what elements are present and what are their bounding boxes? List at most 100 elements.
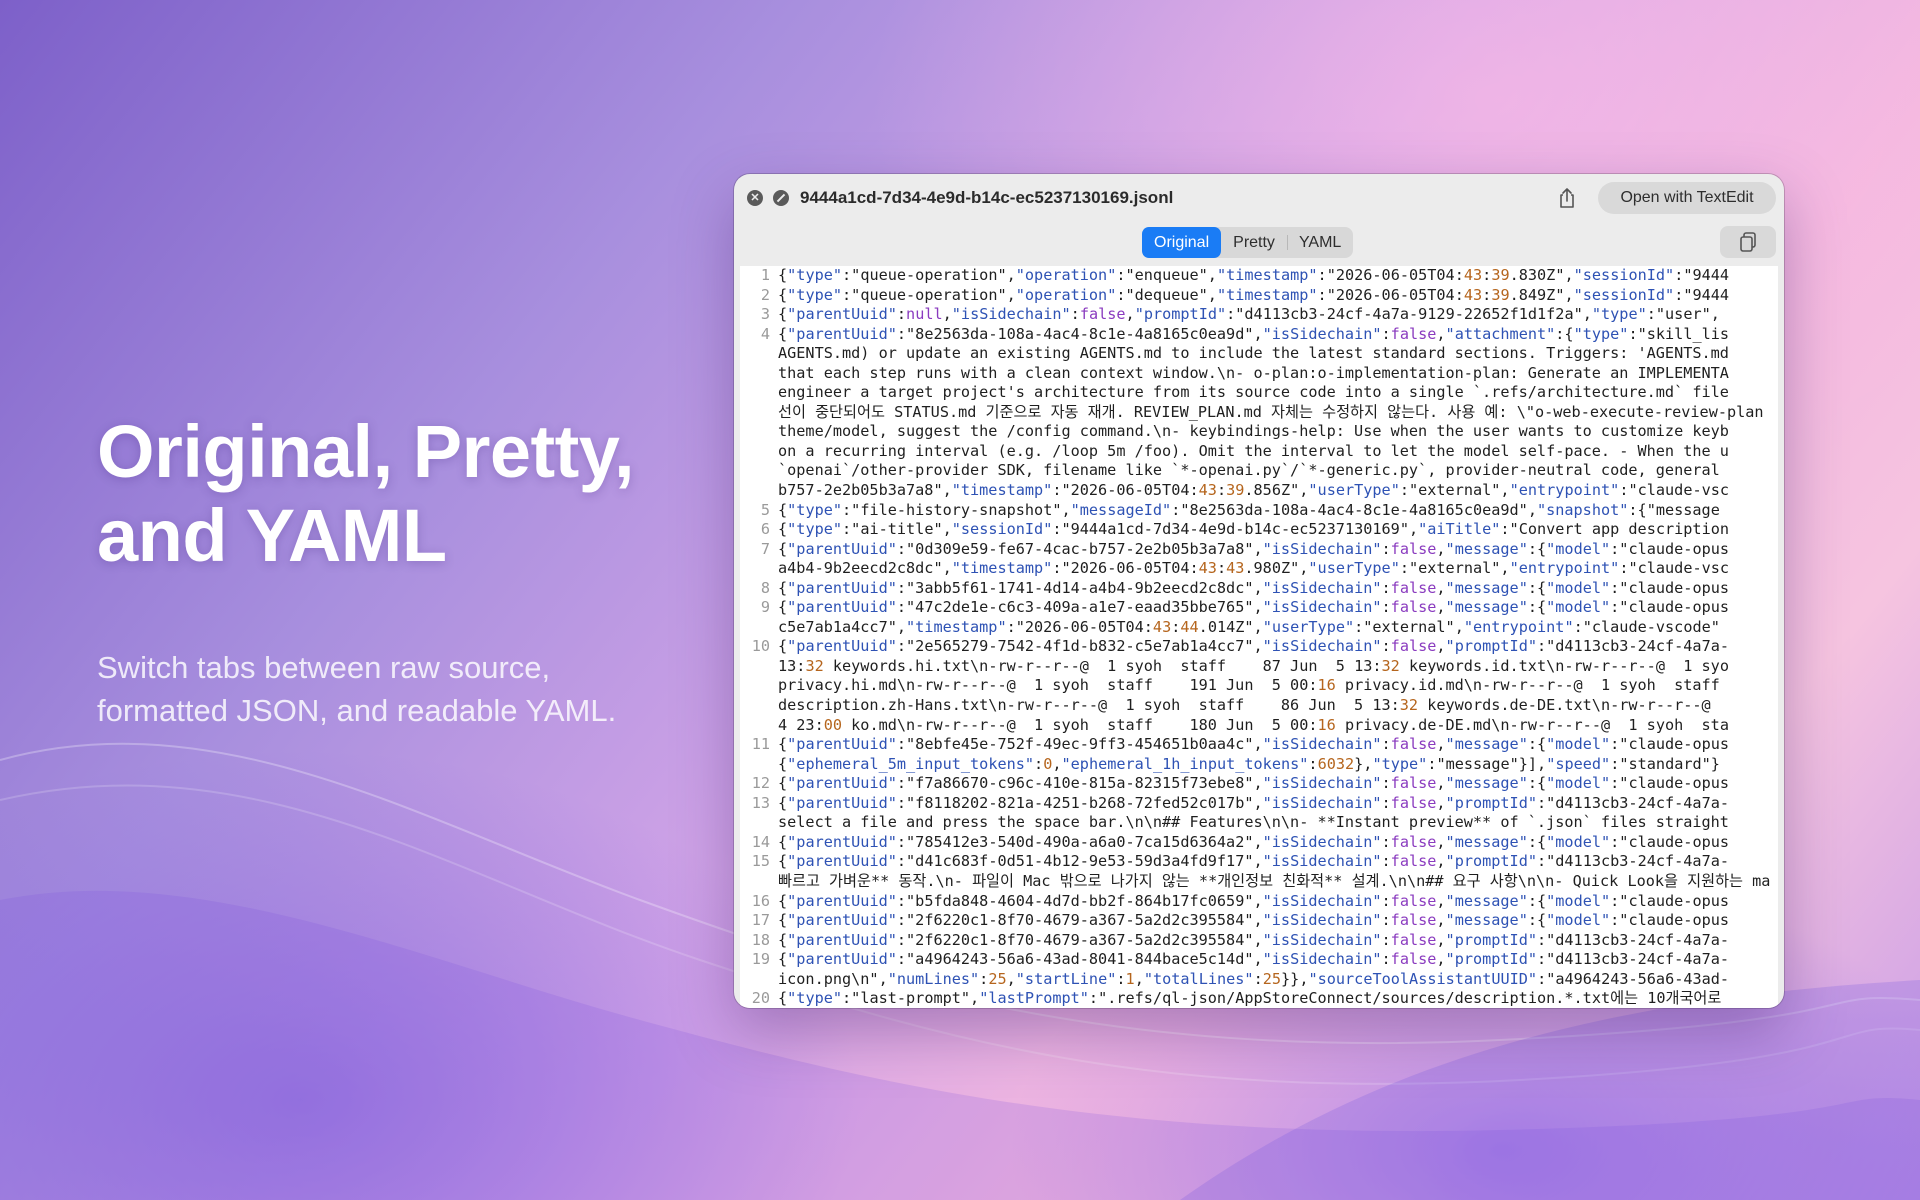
code-line: 4 {"parentUuid":"8e2563da-108a-4ac4-8c1e-… bbox=[740, 325, 1778, 345]
line-number: 14 bbox=[751, 832, 770, 851]
code-text: that each step runs with a clean context… bbox=[778, 363, 1729, 382]
code-text: {"parentUuid":"a4964243-56a6-43ad-8041-8… bbox=[778, 950, 1730, 969]
code-text: {"parentUuid":"3abb5f61-1741-4d14-a4b4-9… bbox=[778, 578, 1730, 597]
share-icon-glyph bbox=[1560, 188, 1574, 208]
code-line: 11 {"parentUuid":"8ebfe45e-752f-49ec-9ff3… bbox=[740, 735, 1778, 755]
block-icon[interactable] bbox=[773, 190, 789, 206]
code-text: 4 23:00 ko.md\n-rw-r--r--@ 1 syoh staff … bbox=[778, 715, 1729, 734]
line-number: 15 bbox=[751, 852, 770, 871]
tab-yaml[interactable]: YAML bbox=[1286, 227, 1353, 258]
code-text: 빠르고 가벼운** 동작.\n- 파일이 Mac 밖으로 나가지 않는 **개인… bbox=[778, 871, 1771, 890]
code-line: 5 {"type":"file-history-snapshot","messag… bbox=[740, 501, 1778, 521]
code-text: {"parentUuid":"8e2563da-108a-4ac4-8c1e-4… bbox=[778, 324, 1730, 343]
line-number: 17 bbox=[751, 911, 770, 930]
code-line: 9 {"parentUuid":"47c2de1e-c6c3-409a-a1e7-… bbox=[740, 598, 1778, 618]
line-number bbox=[740, 696, 778, 716]
title-bar: ✕ 9444a1cd-7d34-4e9d-b14c-ec5237130169.j… bbox=[734, 174, 1784, 222]
code-line: privacy.hi.md\n-rw-r--r--@ 1 syoh staff … bbox=[740, 676, 1778, 696]
code-text: {"type":"queue-operation","operation":"d… bbox=[778, 285, 1730, 304]
code-line: 20 {"type":"last-prompt","lastPrompt":".r… bbox=[740, 989, 1778, 1008]
code-line: 빠르고 가벼운** 동작.\n- 파일이 Mac 밖으로 나가지 않는 **개인… bbox=[740, 872, 1778, 892]
code-line: 17 {"parentUuid":"2f6220c1-8f70-4679-a367… bbox=[740, 911, 1778, 931]
code-text: 13:32 keywords.hi.txt\n-rw-r--r--@ 1 syo… bbox=[778, 656, 1729, 675]
code-line: 14 {"parentUuid":"785412e3-540d-490a-a6a0… bbox=[740, 833, 1778, 853]
quicklook-window: ✕ 9444a1cd-7d34-4e9d-b14c-ec5237130169.j… bbox=[734, 174, 1784, 1008]
code-text: {"parentUuid":"f7a86670-c96c-410e-815a-8… bbox=[778, 774, 1730, 793]
code-text: AGENTS.md) or update an existing AGENTS.… bbox=[778, 344, 1729, 363]
line-number bbox=[740, 559, 778, 579]
line-number: 8 bbox=[760, 578, 770, 597]
line-number: 9 bbox=[760, 598, 770, 617]
code-text: {"type":"ai-title","sessionId":"9444a1cd… bbox=[778, 520, 1729, 539]
share-icon[interactable] bbox=[1556, 186, 1578, 210]
tab-pretty[interactable]: Pretty bbox=[1221, 227, 1287, 258]
code-text: {"parentUuid":"f8118202-821a-4251-b268-7… bbox=[778, 793, 1730, 812]
code-text: {"ephemeral_5m_input_tokens":0,"ephemera… bbox=[778, 754, 1720, 773]
code-text: privacy.hi.md\n-rw-r--r--@ 1 syoh staff … bbox=[778, 676, 1720, 695]
code-view[interactable]: 1 {"type":"queue-operation","operation":"… bbox=[740, 266, 1778, 1008]
code-line: theme/model, suggest the /config command… bbox=[740, 422, 1778, 442]
code-text: `openai`/other-provider SDK, filename li… bbox=[778, 461, 1720, 480]
code-text: {"type":"file-history-snapshot","message… bbox=[778, 500, 1720, 519]
line-number: 12 bbox=[751, 774, 770, 793]
code-text: on a recurring interval (e.g. /loop 5m /… bbox=[778, 441, 1729, 460]
open-with-textedit-button[interactable]: Open with TextEdit bbox=[1598, 182, 1776, 214]
code-text: {"parentUuid":"785412e3-540d-490a-a6a0-7… bbox=[778, 832, 1730, 851]
hero-title-line-2: and YAML bbox=[97, 494, 447, 577]
code-line: b757-2e2b05b3a7a8","timestamp":"2026-06-… bbox=[740, 481, 1778, 501]
code-line: 13 {"parentUuid":"f8118202-821a-4251-b268… bbox=[740, 794, 1778, 814]
view-toolbar: Original Pretty YAML bbox=[734, 222, 1784, 266]
code-line: {"ephemeral_5m_input_tokens":0,"ephemera… bbox=[740, 755, 1778, 775]
line-number bbox=[740, 383, 778, 403]
copy-button[interactable] bbox=[1720, 226, 1776, 258]
line-number bbox=[740, 403, 778, 423]
code-text: select a file and press the space bar.\n… bbox=[778, 813, 1729, 832]
code-line: 10 {"parentUuid":"2e565279-7542-4f1d-b832… bbox=[740, 637, 1778, 657]
code-text: {"type":"last-prompt","lastPrompt":".ref… bbox=[778, 989, 1722, 1008]
code-text: a4b4-9b2eecd2c8dc","timestamp":"2026-06-… bbox=[778, 559, 1730, 578]
code-text: engineer a target project's architecture… bbox=[778, 383, 1729, 402]
code-line: 7 {"parentUuid":"0d309e59-fe67-4cac-b757-… bbox=[740, 540, 1778, 560]
code-text: {"parentUuid":"47c2de1e-c6c3-409a-a1e7-e… bbox=[778, 598, 1730, 617]
code-text: description.zh-Hans.txt\n-rw-r--r--@ 1 s… bbox=[778, 696, 1711, 715]
code-text: 선이 중단되어도 STATUS.md 기준으로 자동 재개. REVIEW_PL… bbox=[778, 402, 1764, 421]
line-number bbox=[740, 344, 778, 364]
line-number bbox=[740, 481, 778, 501]
code-line: 15 {"parentUuid":"d41c683f-0d51-4b12-9e53… bbox=[740, 852, 1778, 872]
line-number: 11 bbox=[751, 735, 770, 754]
code-text: b757-2e2b05b3a7a8","timestamp":"2026-06-… bbox=[778, 481, 1730, 500]
line-number: 1 bbox=[760, 266, 770, 284]
line-number: 10 bbox=[751, 637, 770, 656]
code-line: AGENTS.md) or update an existing AGENTS.… bbox=[740, 344, 1778, 364]
hero-title: Original, Pretty, and YAML bbox=[97, 410, 635, 578]
tab-original[interactable]: Original bbox=[1142, 227, 1222, 258]
code-text: {"parentUuid":"b5fda848-4604-4d7d-bb2f-8… bbox=[778, 891, 1730, 910]
code-line: 8 {"parentUuid":"3abb5f61-1741-4d14-a4b4-… bbox=[740, 579, 1778, 599]
line-number: 19 bbox=[751, 950, 770, 969]
line-number: 7 bbox=[760, 539, 770, 558]
code-line: engineer a target project's architecture… bbox=[740, 383, 1778, 403]
code-text: {"parentUuid":null,"isSidechain":false,"… bbox=[778, 305, 1720, 324]
code-line: 12 {"parentUuid":"f7a86670-c96c-410e-815a… bbox=[740, 774, 1778, 794]
code-text: {"parentUuid":"2f6220c1-8f70-4679-a367-5… bbox=[778, 930, 1730, 949]
line-number bbox=[740, 461, 778, 481]
code-text: icon.png\n","numLines":25,"startLine":1,… bbox=[778, 969, 1730, 988]
close-icon[interactable]: ✕ bbox=[747, 190, 763, 206]
code-line: 18 {"parentUuid":"2f6220c1-8f70-4679-a367… bbox=[740, 931, 1778, 951]
line-number bbox=[740, 716, 778, 736]
line-number: 2 bbox=[760, 285, 770, 304]
code-line: 13:32 keywords.hi.txt\n-rw-r--r--@ 1 syo… bbox=[740, 657, 1778, 677]
code-text: {"parentUuid":"8ebfe45e-752f-49ec-9ff3-4… bbox=[778, 735, 1730, 754]
line-number: 5 bbox=[760, 500, 770, 519]
code-text: c5e7ab1a4cc7","timestamp":"2026-06-05T04… bbox=[778, 617, 1720, 636]
line-number: 13 bbox=[751, 793, 770, 812]
code-text: {"parentUuid":"d41c683f-0d51-4b12-9e53-5… bbox=[778, 852, 1730, 871]
line-number: 4 bbox=[760, 324, 770, 343]
code-text: {"parentUuid":"0d309e59-fe67-4cac-b757-2… bbox=[778, 539, 1730, 558]
code-line: that each step runs with a clean context… bbox=[740, 364, 1778, 384]
line-number: 3 bbox=[760, 305, 770, 324]
code-line: a4b4-9b2eecd2c8dc","timestamp":"2026-06-… bbox=[740, 559, 1778, 579]
code-line: 선이 중단되어도 STATUS.md 기준으로 자동 재개. REVIEW_PL… bbox=[740, 403, 1778, 423]
line-number bbox=[740, 755, 778, 775]
line-number bbox=[740, 657, 778, 677]
